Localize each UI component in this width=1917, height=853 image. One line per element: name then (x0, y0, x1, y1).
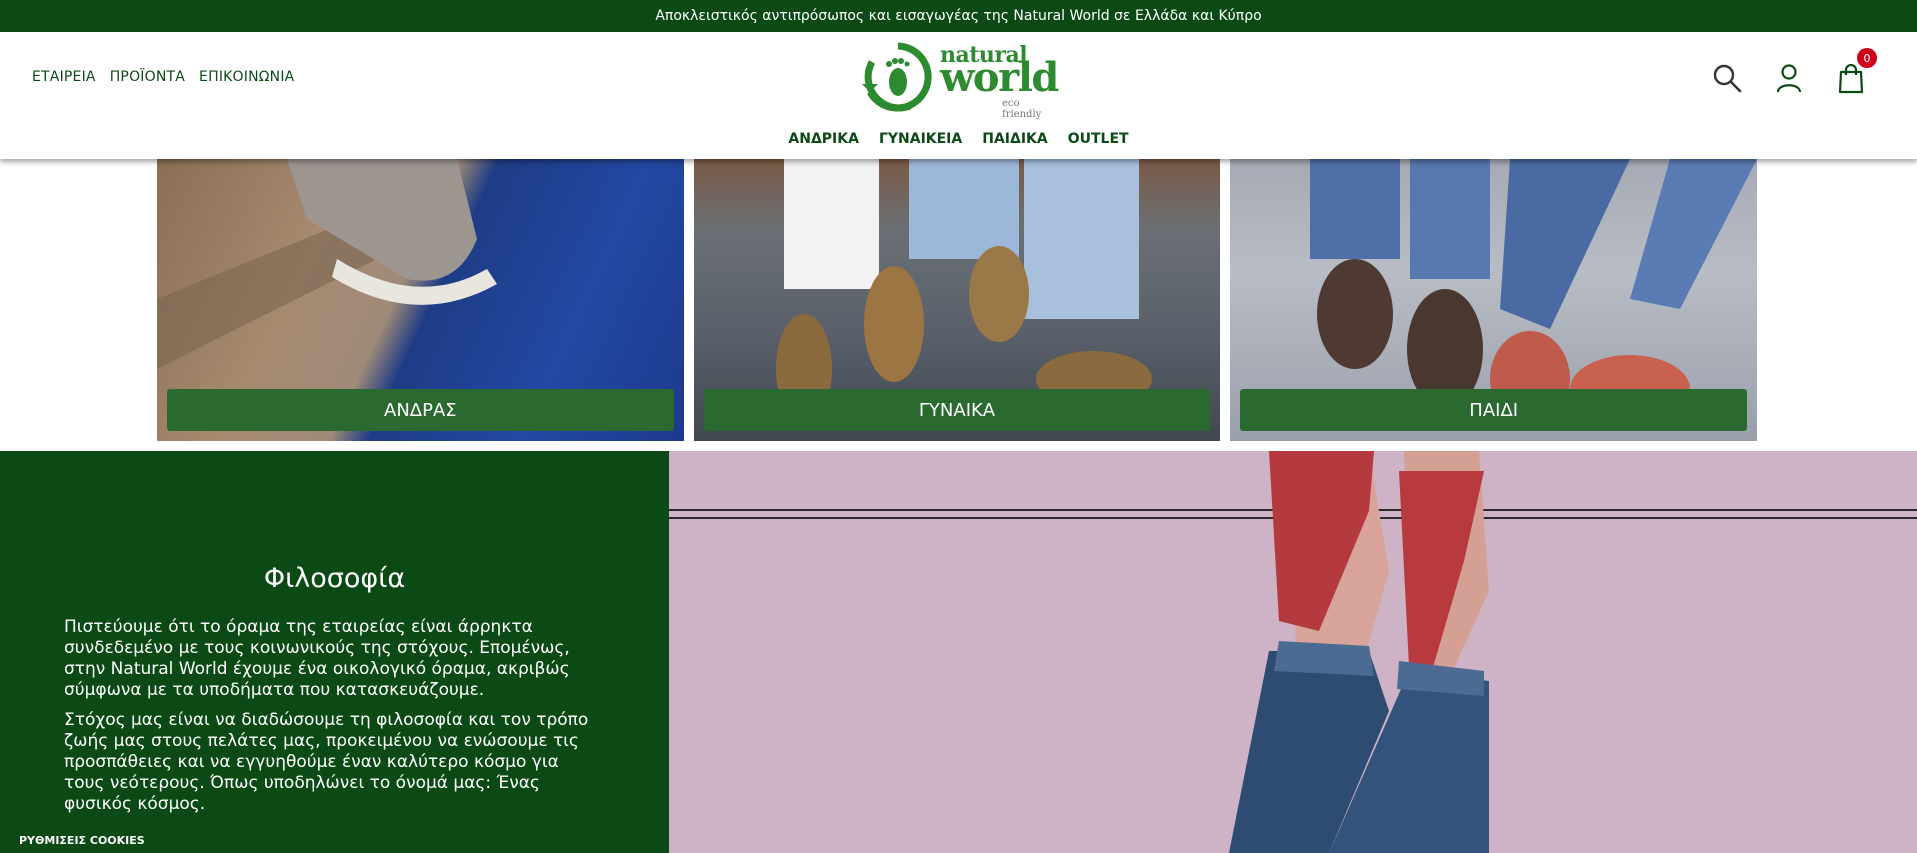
category-tiles: ΑΝΔΡΑΣ ΓΥΝΑΙΚΑ ΠΑΙΔΙ (157, 159, 1758, 441)
nav-women[interactable]: ΓΥΝΑΙΚΕΙΑ (879, 131, 962, 147)
nav-outlet[interactable]: OUTLET (1068, 131, 1129, 147)
logo-tagline: eco friendly (1002, 98, 1042, 120)
category-label-women[interactable]: ΓΥΝΑΙΚΑ (703, 389, 1211, 431)
search-button[interactable] (1711, 62, 1743, 94)
nav-company[interactable]: ΕΤΑΙΡΕΙΑ (32, 69, 96, 85)
philosophy-paragraph-2: Στόχος μας είναι να διαδώσουμε τη φιλοσο… (64, 710, 589, 814)
philosophy-title: Φιλοσοφία (263, 563, 406, 594)
nav-men[interactable]: ΑΝΔΡΙΚΑ (788, 131, 859, 147)
announcement-text: Αποκλειστικός αντιπρόσωπος και εισαγωγέα… (655, 8, 1262, 24)
secondary-nav: ΕΤΑΙΡΕΙΑ ΠΡΟΪΟΝΤΑ ΕΠΙΚΟΙΝΩΝΙΑ (32, 69, 294, 85)
nav-contact[interactable]: ΕΠΙΚΟΙΝΩΝΙΑ (199, 69, 294, 85)
account-button[interactable] (1773, 62, 1805, 94)
site-logo[interactable]: natural world eco friendly (858, 40, 1059, 120)
philosophy-section: Φιλοσοφία Πιστεύουμε ότι το όραμα της ετ… (0, 451, 669, 853)
header-actions: 0 (1711, 48, 1877, 94)
red-flats-illustration (1229, 451, 1489, 853)
category-label-men[interactable]: ΑΝΔΡΑΣ (167, 389, 674, 431)
cart-count-badge: 0 (1857, 48, 1877, 68)
site-header: ΕΤΑΙΡΕΙΑ ΠΡΟΪΟΝΤΑ ΕΠΙΚΟΙΝΩΝΙΑ natural wo… (0, 32, 1917, 159)
category-tile-kids[interactable]: ΠΑΙΔΙ (1230, 159, 1758, 441)
search-icon (1713, 64, 1742, 93)
nav-kids[interactable]: ΠΑΙΔΙΚΑ (982, 131, 1048, 147)
cart-button[interactable]: 0 (1835, 48, 1877, 94)
category-tile-men[interactable]: ΑΝΔΡΑΣ (157, 159, 684, 441)
footprint-logo-icon (862, 42, 932, 112)
philosophy-paragraph-1: Πιστεύουμε ότι το όραμα της εταιρείας εί… (64, 617, 570, 700)
philosophy-hero-image (669, 451, 1917, 853)
cookie-settings-button[interactable]: ΡΥΘΜΙΣΕΙΣ COOKIES (19, 834, 145, 847)
main-nav: ΑΝΔΡΙΚΑ ΓΥΝΑΙΚΕΙΑ ΠΑΙΔΙΚΑ OUTLET (0, 131, 1917, 147)
user-icon (1776, 64, 1802, 93)
announcement-bar: Αποκλειστικός αντιπρόσωπος και εισαγωγέα… (0, 0, 1917, 32)
category-label-kids[interactable]: ΠΑΙΔΙ (1240, 389, 1748, 431)
logo-text-world: world (940, 54, 1059, 101)
nav-products[interactable]: ΠΡΟΪΟΝΤΑ (110, 69, 185, 85)
category-tile-women[interactable]: ΓΥΝΑΙΚΑ (693, 159, 1221, 441)
